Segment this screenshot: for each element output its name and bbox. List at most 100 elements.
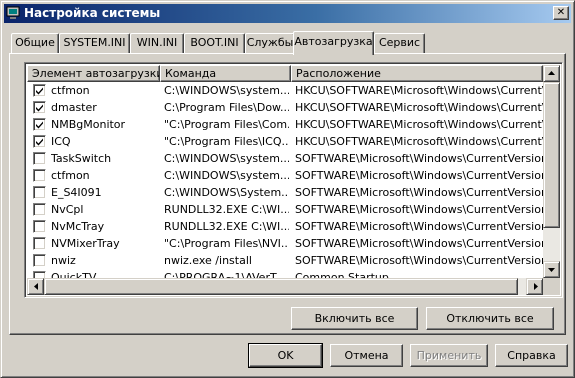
startup-item-checkbox[interactable] [33, 271, 46, 278]
startup-item-location: SOFTWARE\Microsoft\Windows\CurrentVersio… [295, 220, 543, 233]
startup-item-command: "C:\Program Files\ICQ... [164, 135, 289, 148]
startup-item-name: NVMixerTray [51, 237, 120, 250]
startup-tab-panel: Элемент автозагрузки Команда Расположени… [9, 53, 566, 335]
startup-item-checkbox[interactable] [33, 203, 46, 216]
startup-item-name: E_S4I091 [51, 186, 102, 199]
startup-item-row[interactable]: TaskSwitch C:\WINDOWS\system... SOFTWARE\M… [27, 150, 543, 167]
horizontal-scroll-thumb[interactable] [44, 278, 518, 295]
tab-general[interactable]: Общие [11, 33, 59, 53]
column-header-location[interactable]: Расположение [291, 65, 543, 82]
checkmark-icon [36, 87, 43, 95]
window-title: Настройка системы [24, 6, 161, 20]
startup-item-checkbox[interactable] [33, 186, 46, 199]
startup-item-name: dmaster [51, 101, 97, 114]
startup-item-command: C:\WINDOWS\system... [164, 169, 289, 182]
startup-item-row[interactable]: nwiz nwiz.exe /install SOFTWARE\Microsoft\… [27, 252, 543, 269]
scroll-down-button[interactable] [543, 261, 560, 278]
tab-services[interactable]: Службы [245, 33, 295, 53]
scroll-up-button[interactable] [543, 65, 560, 82]
ok-button[interactable]: OK [248, 343, 323, 368]
startup-item-checkbox[interactable] [33, 237, 46, 250]
startup-item-checkbox[interactable] [33, 118, 46, 131]
list-header: Элемент автозагрузки Команда Расположени… [27, 65, 543, 82]
startup-item-location: SOFTWARE\Microsoft\Windows\CurrentVersio… [295, 186, 543, 199]
checkmark-icon [36, 104, 43, 112]
tab-system-ini[interactable]: SYSTEM.INI [59, 33, 130, 53]
startup-item-location: SOFTWARE\Microsoft\Windows\CurrentVersio… [295, 254, 543, 267]
startup-item-name: NvMcTray [51, 220, 105, 233]
startup-item-row[interactable]: NVMixerTray "C:\Program Files\NVI... SOFTW… [27, 235, 543, 252]
cancel-button[interactable]: Отмена [330, 344, 403, 367]
startup-item-command: C:\Program Files\Dow... [164, 101, 289, 114]
vertical-scrollbar[interactable] [543, 65, 560, 278]
close-button[interactable]: ✕ [553, 6, 569, 20]
startup-item-command: C:\WINDOWS\System... [164, 186, 289, 199]
vertical-scroll-thumb[interactable] [543, 82, 560, 228]
startup-item-name: NMBgMonitor [51, 118, 126, 131]
tab-boot-ini[interactable]: BOOT.INI [184, 33, 245, 53]
startup-item-name: QuickTV [51, 271, 97, 278]
startup-item-row[interactable]: ICQ "C:\Program Files\ICQ... HKCU\SOFTWARE… [27, 133, 543, 150]
startup-item-command: C:\PROGRA~1\AVerT... [164, 271, 286, 278]
scroll-left-button[interactable] [27, 278, 44, 295]
startup-item-row[interactable]: E_S4I091 C:\WINDOWS\System... SOFTWARE\Mic… [27, 184, 543, 201]
startup-item-row[interactable]: ctfmon C:\WINDOWS\system... SOFTWARE\Micro… [27, 167, 543, 184]
startup-item-name: NvCpl [51, 203, 84, 216]
startup-item-checkbox[interactable] [33, 169, 46, 182]
checkmark-icon [36, 138, 43, 146]
startup-item-location: HKCU\SOFTWARE\Microsoft\Windows\CurrentV… [295, 84, 543, 97]
startup-item-row[interactable]: QuickTV C:\PROGRA~1\AVerT... Common Startu… [27, 269, 543, 278]
startup-item-location: SOFTWARE\Microsoft\Windows\CurrentVersio… [295, 237, 543, 250]
tab-tools[interactable]: Сервис [374, 33, 425, 53]
list-rows: ctfmon C:\WINDOWS\system... HKCU\SOFTWARE\… [27, 82, 543, 278]
system-configuration-window: Настройка системы ✕ Общие SYSTEM.INI WIN… [0, 0, 575, 378]
scrollbar-corner [543, 278, 560, 295]
column-header-command[interactable]: Команда [160, 65, 291, 82]
startup-item-location: SOFTWARE\Microsoft\Windows\CurrentVersio… [295, 203, 543, 216]
disable-all-button[interactable]: Отключить все [426, 307, 554, 330]
checkmark-icon [36, 121, 43, 129]
startup-item-checkbox[interactable] [33, 254, 46, 267]
startup-item-name: ctfmon [51, 84, 90, 97]
msconfig-icon [6, 6, 20, 19]
tab-win-ini[interactable]: WIN.INI [130, 33, 184, 53]
startup-item-checkbox[interactable] [33, 135, 46, 148]
startup-item-row[interactable]: ctfmon C:\WINDOWS\system... HKCU\SOFTWARE\… [27, 82, 543, 99]
help-button[interactable]: Справка [495, 344, 568, 367]
startup-item-location: HKCU\SOFTWARE\Microsoft\Windows\CurrentV… [295, 101, 543, 114]
startup-item-checkbox[interactable] [33, 84, 46, 97]
startup-item-checkbox[interactable] [33, 101, 46, 114]
startup-item-name: ICQ [51, 135, 71, 148]
startup-item-name: ctfmon [51, 169, 90, 182]
tab-startup[interactable]: Автозагрузка [293, 31, 374, 55]
startup-item-row[interactable]: NvMcTray RUNDLL32.EXE C:\WI... SOFTWARE\Mi… [27, 218, 543, 235]
startup-list[interactable]: Элемент автозагрузки Команда Расположени… [24, 62, 563, 298]
scroll-right-button[interactable] [526, 278, 543, 295]
arrow-right-icon [534, 283, 538, 290]
startup-item-command: RUNDLL32.EXE C:\WI... [164, 220, 289, 233]
horizontal-scrollbar[interactable] [27, 278, 543, 295]
startup-item-location: HKCU\SOFTWARE\Microsoft\Windows\CurrentV… [295, 135, 543, 148]
startup-item-location: Common Startup [295, 271, 389, 278]
startup-item-command: "C:\Program Files\Com... [164, 118, 289, 131]
startup-item-row[interactable]: NvCpl RUNDLL32.EXE C:\WI... SOFTWARE\Micro… [27, 201, 543, 218]
startup-item-checkbox[interactable] [33, 152, 46, 165]
startup-item-command: nwiz.exe /install [164, 254, 252, 267]
startup-item-name: TaskSwitch [51, 152, 112, 165]
startup-item-location: HKCU\SOFTWARE\Microsoft\Windows\CurrentV… [295, 118, 543, 131]
close-icon: ✕ [556, 7, 566, 18]
column-header-item[interactable]: Элемент автозагрузки [27, 65, 160, 82]
startup-item-command: "C:\Program Files\NVI... [164, 237, 289, 250]
startup-item-checkbox[interactable] [33, 220, 46, 233]
startup-item-location: SOFTWARE\Microsoft\Windows\CurrentVersio… [295, 169, 543, 182]
startup-item-row[interactable]: NMBgMonitor "C:\Program Files\Com... HKCU\… [27, 116, 543, 133]
startup-item-location: SOFTWARE\Microsoft\Windows\CurrentVersio… [295, 152, 543, 165]
title-bar[interactable]: Настройка системы ✕ [4, 4, 571, 23]
enable-all-button[interactable]: Включить все [291, 307, 418, 330]
startup-item-name: nwiz [51, 254, 76, 267]
startup-item-command: RUNDLL32.EXE C:\WI... [164, 203, 289, 216]
startup-item-command: C:\WINDOWS\system... [164, 152, 289, 165]
startup-item-row[interactable]: dmaster C:\Program Files\Dow... HKCU\SOFTW… [27, 99, 543, 116]
arrow-up-icon [548, 71, 555, 75]
apply-button[interactable]: Применить [410, 344, 488, 367]
